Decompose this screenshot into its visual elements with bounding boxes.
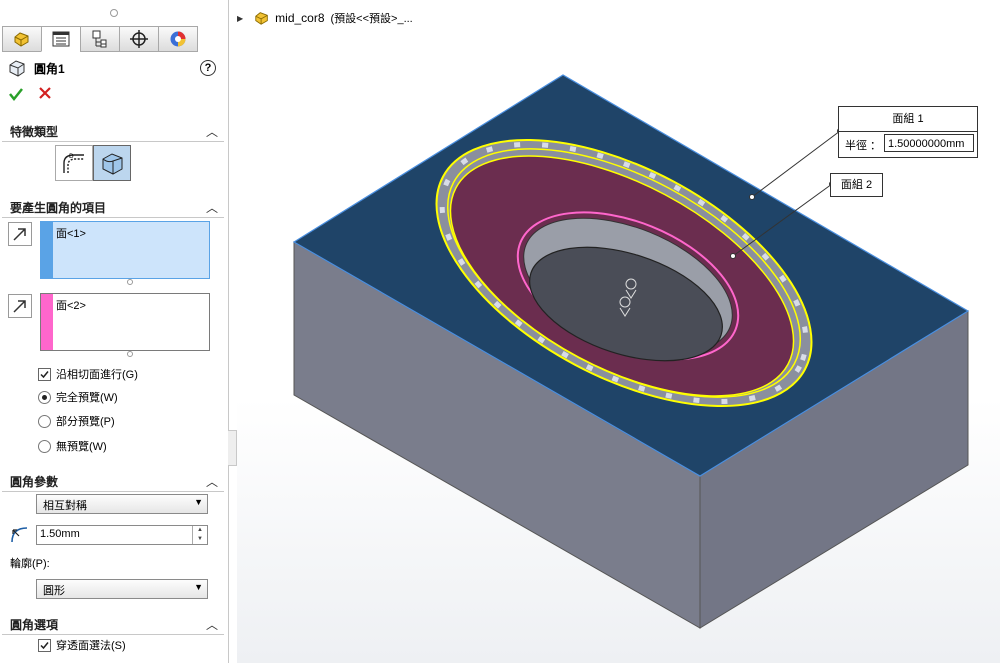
radio-button[interactable] xyxy=(38,414,51,428)
resize-grip[interactable] xyxy=(127,279,133,285)
checkbox-label: 沿相切面進行(G) xyxy=(56,369,138,381)
fillet-feature-icon xyxy=(9,60,25,77)
radius-label: 半徑 ： xyxy=(845,140,882,152)
property-manager-icon xyxy=(52,31,70,47)
radius-icon xyxy=(11,527,28,543)
page-title: 圓角1 xyxy=(34,61,65,76)
list-item[interactable]: 面<1> xyxy=(56,225,86,241)
face-set1-list[interactable]: 面<1> xyxy=(40,221,210,279)
dropdown-value: 相互對稱 xyxy=(43,500,87,512)
chevron-up-icon[interactable]: ︿ xyxy=(206,616,218,633)
face-set1-selector-icon[interactable] xyxy=(8,222,32,246)
section-title: 特徵類型 xyxy=(10,125,59,139)
dimxpert-icon xyxy=(130,30,148,48)
radio-label: 無預覽(W) xyxy=(56,441,107,453)
chevron-up-icon[interactable]: ︿ xyxy=(206,473,218,490)
radius-input[interactable]: 1.50mm ▲ ▼ xyxy=(36,525,208,545)
full-preview-radio[interactable]: 完全預覽(W) xyxy=(38,389,118,405)
radius-spinner[interactable]: ▲ ▼ xyxy=(192,526,207,544)
fillet-type-buttons: D xyxy=(55,145,131,181)
arrow-icon xyxy=(13,228,26,241)
callout-title: 面組 1 xyxy=(839,107,977,132)
no-preview-radio[interactable]: 無預覽(W) xyxy=(38,438,107,454)
ok-cancel-group xyxy=(8,86,52,102)
radio-label: 完全預覽(W) xyxy=(56,392,118,404)
constant-size-fillet-button[interactable]: D xyxy=(55,145,93,181)
help-icon[interactable]: ? xyxy=(200,60,216,76)
section-fillet-parameters[interactable]: 圓角參數 ︿ xyxy=(0,470,228,492)
face-fillet-button[interactable] xyxy=(93,145,131,181)
chevron-up-icon[interactable]: ︿ xyxy=(206,123,218,140)
cancel-icon[interactable] xyxy=(38,86,52,100)
property-manager-header: 圓角1 ? xyxy=(8,58,220,78)
divider xyxy=(2,141,224,142)
chevron-up-icon[interactable]: ︿ xyxy=(206,199,218,216)
radio-button[interactable] xyxy=(38,439,51,453)
tab-display-manager[interactable] xyxy=(158,26,198,52)
config-manager-icon xyxy=(92,30,107,48)
section-title: 圓角參數 xyxy=(10,475,59,489)
leader-line-face-set1 xyxy=(751,130,841,198)
divider xyxy=(2,491,224,492)
arrow-icon xyxy=(13,300,26,313)
manager-tabs xyxy=(2,26,198,52)
ok-icon[interactable] xyxy=(8,86,24,102)
face-set1-callout[interactable]: 面組 1 半徑 ： 1.50000000mm xyxy=(838,106,978,158)
face-set2-list[interactable]: 面<2> xyxy=(40,293,210,351)
profile-label: 輪廓(P): xyxy=(10,558,50,570)
svg-text:D: D xyxy=(69,153,74,160)
checkbox-label: 穿透面選法(S) xyxy=(56,640,126,652)
partial-preview-radio[interactable]: 部分預覽(P) xyxy=(38,413,115,429)
callout-radius-field[interactable]: 1.50000000mm xyxy=(884,134,974,152)
checkbox[interactable] xyxy=(38,367,51,381)
radius-value[interactable]: 1.50mm xyxy=(40,528,80,540)
tab-feature-manager[interactable] xyxy=(2,26,41,52)
radio-button[interactable] xyxy=(38,390,51,404)
face-set1-color-bar xyxy=(41,222,53,278)
section-items-to-fillet[interactable]: 要產生圓角的項目 ︿ xyxy=(0,196,228,218)
resize-grip[interactable] xyxy=(127,351,133,357)
tab-dimxpert[interactable] xyxy=(119,26,158,52)
part-icon xyxy=(14,32,29,47)
tab-config-manager[interactable] xyxy=(80,26,119,52)
section-fillet-options[interactable]: 圓角選項 ︿ xyxy=(0,613,228,635)
section-title: 圓角選項 xyxy=(10,618,59,632)
face-set2-selector-icon[interactable] xyxy=(8,294,32,318)
checkbox[interactable] xyxy=(38,638,51,652)
leader-dot xyxy=(749,194,755,200)
panel-splitter[interactable] xyxy=(228,430,237,466)
leader-dot xyxy=(730,253,736,259)
dropdown-value: 圓形 xyxy=(43,585,65,597)
face-set2-callout[interactable]: 面組 2 xyxy=(830,173,883,197)
symmetry-dropdown[interactable]: 相互對稱 ▼ xyxy=(36,494,208,514)
face-fillet-icon xyxy=(102,153,123,175)
divider xyxy=(2,634,224,635)
divider xyxy=(2,217,224,218)
radio-label: 部分預覽(P) xyxy=(56,416,115,428)
panel-grip[interactable] xyxy=(110,9,118,17)
constant-size-fillet-icon: D xyxy=(63,153,84,173)
tangent-propagation-checkbox[interactable]: 沿相切面進行(G) xyxy=(38,366,138,382)
model-view xyxy=(292,74,970,629)
property-manager: 圓角1 ? 特徵類型 ︿ D 要產生圓角的項目 ︿ 面<1> 面<2> 沿相切面… xyxy=(0,0,229,663)
chevron-down-icon: ▼ xyxy=(194,497,203,507)
display-manager-icon xyxy=(170,31,186,47)
chevron-down-icon: ▼ xyxy=(194,582,203,592)
graphics-area[interactable]: ▶ mid_cor8 (預設<<預設>_... 面組 1 半徑 ： 1.5000… xyxy=(237,0,1000,663)
section-title: 要產生圓角的項目 xyxy=(10,201,107,215)
tab-property-manager[interactable] xyxy=(41,26,80,52)
section-feature-type[interactable]: 特徵類型 ︿ xyxy=(0,120,228,142)
profile-dropdown[interactable]: 圓形 ▼ xyxy=(36,579,208,599)
face-set2-color-bar xyxy=(41,294,53,350)
select-through-faces-checkbox[interactable]: 穿透面選法(S) xyxy=(38,637,126,653)
list-item[interactable]: 面<2> xyxy=(56,297,86,313)
